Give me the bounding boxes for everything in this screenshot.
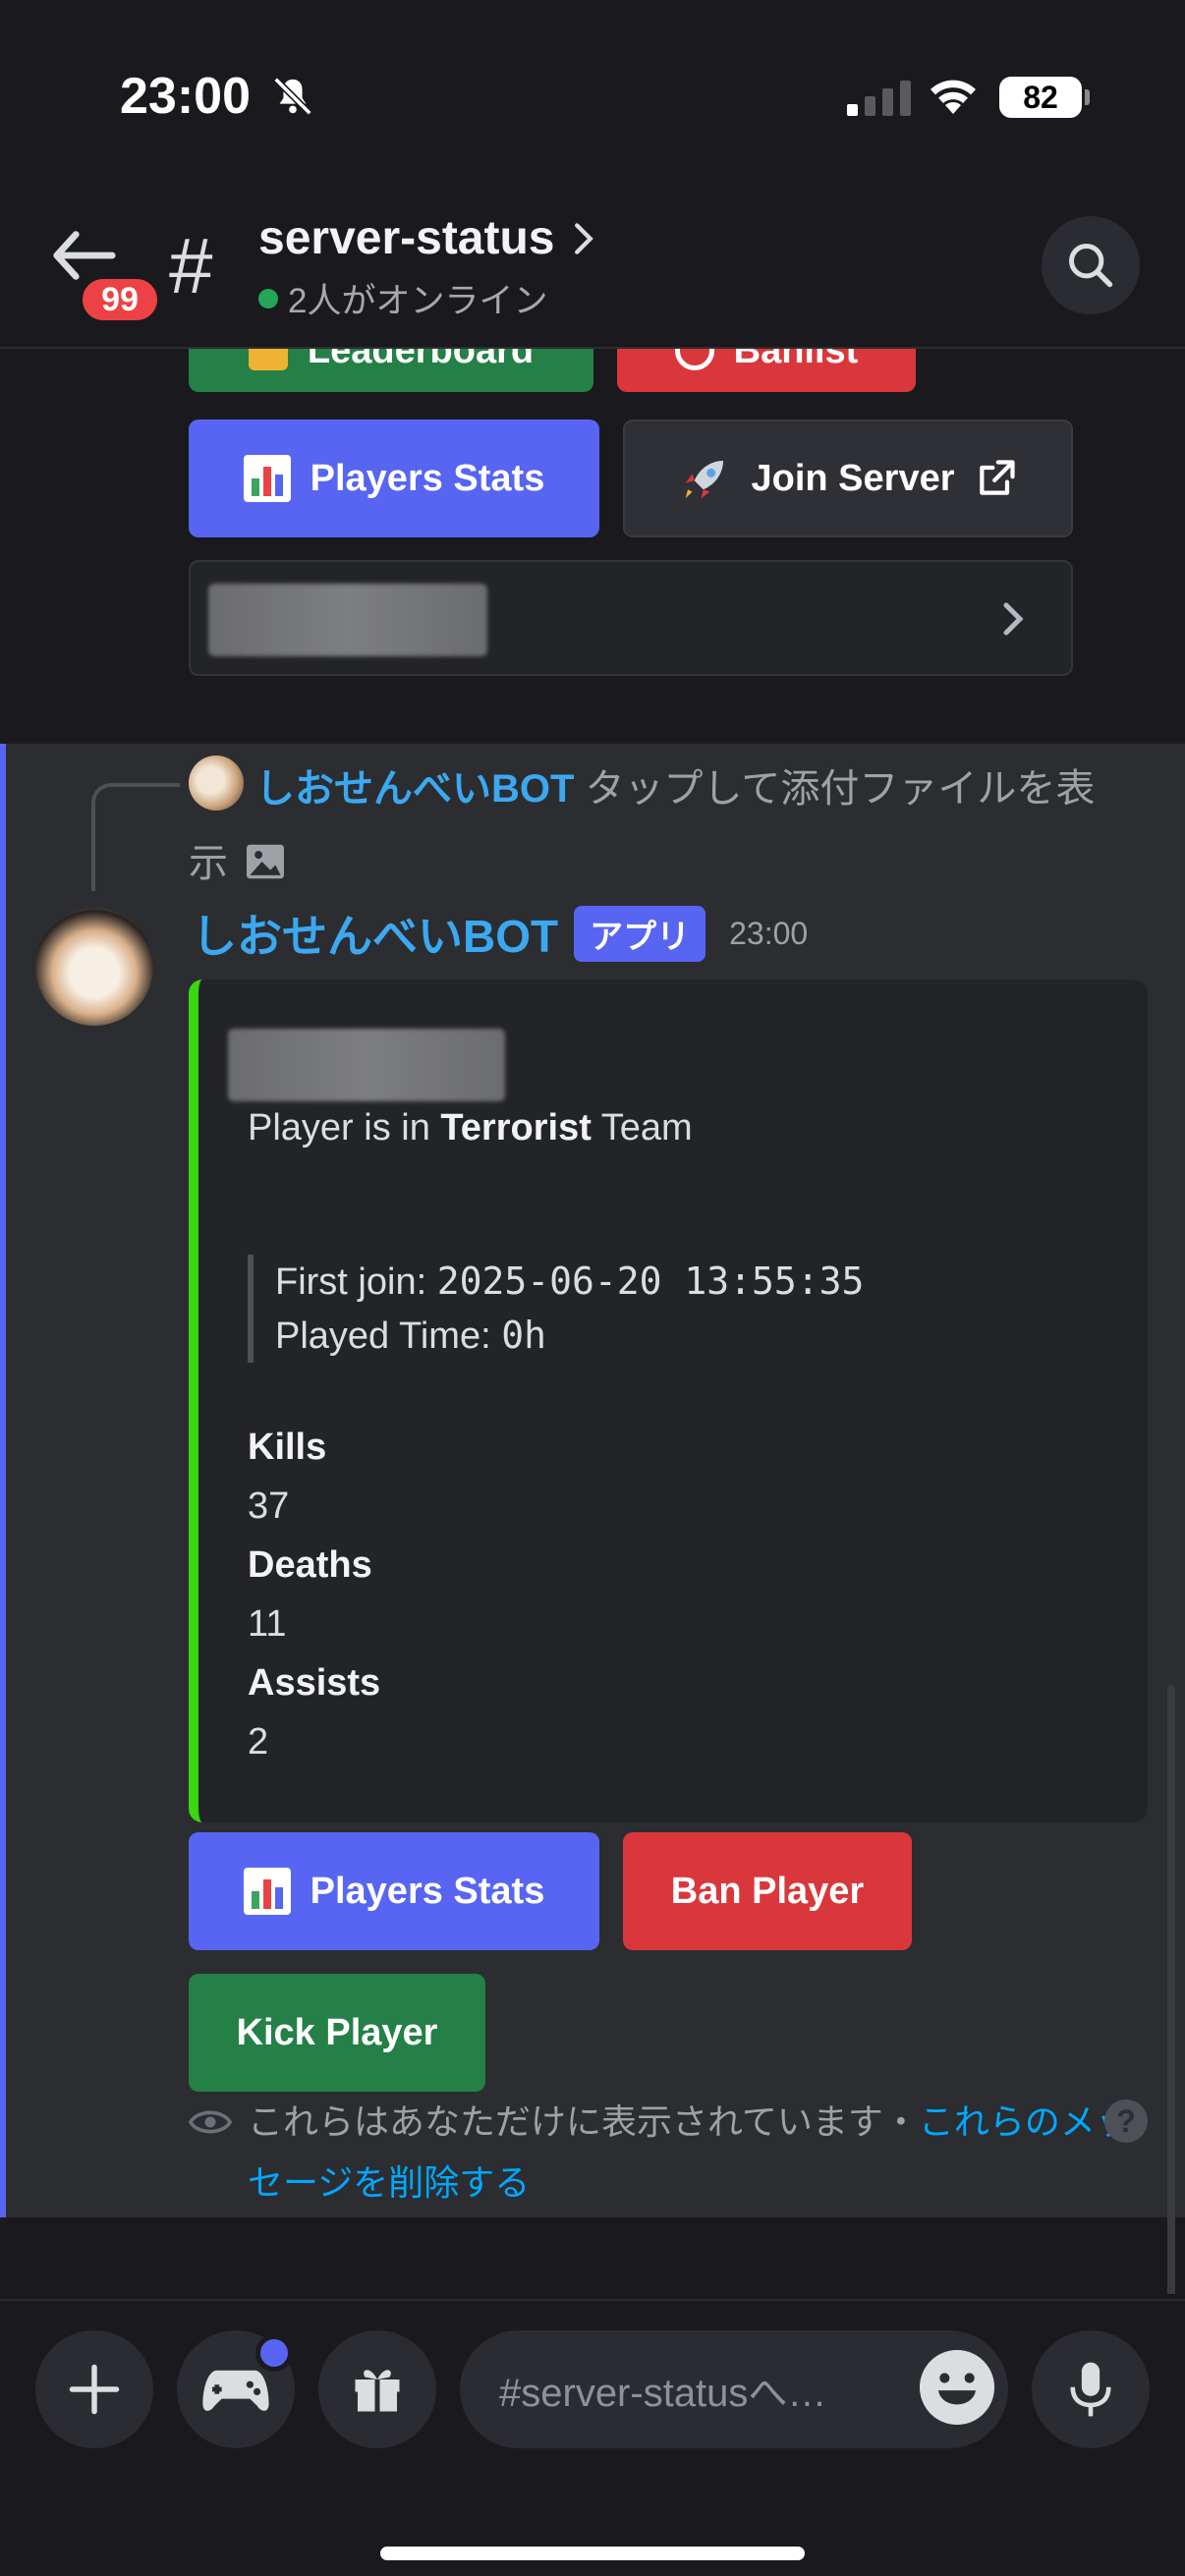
ban-player-label: Ban Player	[670, 1870, 865, 1912]
kick-player-button[interactable]: Kick Player	[189, 1974, 485, 2092]
bot-avatar[interactable]	[35, 908, 153, 1026]
composer-bar: #server-statusへ…	[0, 2299, 1185, 2576]
field-kills-name: Kills	[248, 1427, 327, 1468]
reply-avatar	[189, 756, 244, 811]
kick-player-label: Kick Player	[236, 2011, 438, 2053]
gift-icon	[355, 2370, 400, 2412]
home-indicator	[380, 2547, 805, 2560]
redacted-select-value	[208, 584, 487, 656]
rocket-icon	[685, 461, 723, 499]
played-time-line: Played Time: 0h	[275, 1309, 864, 1363]
join-server-button[interactable]: Join Server	[623, 420, 1073, 537]
message-timestamp: 23:00	[729, 915, 809, 951]
online-count: 2人がオンライン	[288, 282, 548, 320]
field-deaths-name: Deaths	[248, 1544, 372, 1586]
online-status: 2人がオンライン	[258, 273, 547, 323]
channel-title[interactable]: server-status	[258, 211, 594, 265]
unread-badge: 99	[79, 275, 161, 324]
players-stats-button-top[interactable]: Players Stats	[189, 420, 599, 537]
reply-connector	[91, 783, 180, 891]
microphone-icon	[1070, 2362, 1111, 2417]
ephemeral-text: これらはあなただけに表示されています・	[248, 2101, 919, 2142]
search-button[interactable]	[1042, 216, 1140, 314]
field-kills-value: 37	[248, 1485, 290, 1527]
field-assists-name: Assists	[248, 1662, 381, 1704]
reply-preview[interactable]: しおせんべいBOT タップして添付ファイルを表示	[189, 752, 1132, 901]
cellular-signal-icon	[847, 79, 911, 116]
voice-message-button[interactable]	[1032, 2330, 1150, 2448]
bell-muted-icon	[273, 77, 312, 116]
app-tag: アプリ	[574, 905, 706, 962]
chevron-right-icon	[574, 222, 593, 254]
players-stats-button[interactable]: Players Stats	[189, 1832, 599, 1950]
wifi-icon	[931, 80, 976, 114]
team-name: Terrorist	[440, 1107, 592, 1148]
gift-button[interactable]	[318, 2330, 436, 2448]
clock: 23:00	[120, 68, 251, 125]
field-deaths-value: 11	[248, 1603, 287, 1645]
scrollbar[interactable]	[1167, 1685, 1175, 2294]
banlist-label: Banlist	[733, 349, 859, 371]
image-icon	[247, 844, 285, 879]
embed-card: Player is in Terrorist Team First join: …	[189, 980, 1148, 1822]
field-assists-value: 2	[248, 1721, 269, 1763]
online-dot-icon	[258, 288, 278, 308]
activity-notification-dot	[255, 2334, 293, 2372]
reply-author: しおせんべいBOT	[255, 767, 575, 811]
players-stats-label: Players Stats	[310, 457, 545, 499]
played-time-label: Played Time:	[275, 1316, 491, 1357]
channel-hash-icon: #	[169, 222, 213, 309]
emoji-icon[interactable]	[920, 2350, 994, 2425]
select-menu[interactable]	[189, 560, 1073, 676]
message-list[interactable]: Leaderboard Banlist Players Stats Join S…	[0, 349, 1185, 2294]
help-icon[interactable]: ?	[1104, 2100, 1148, 2143]
banlist-button[interactable]: Banlist	[617, 349, 916, 392]
join-server-label: Join Server	[751, 457, 955, 499]
leaderboard-label: Leaderboard	[307, 349, 535, 371]
trophy-icon	[248, 349, 288, 370]
message-placeholder: #server-statusへ…	[499, 2372, 827, 2415]
stats-embed: Player is in Terrorist Team First join: …	[189, 980, 1148, 1824]
embed-blockquote: First join: 2025-06-20 13:55:35 Played T…	[248, 1255, 864, 1363]
chevron-right-icon	[1003, 602, 1024, 636]
battery-indicator: 82	[999, 77, 1090, 118]
ban-player-button[interactable]: Ban Player	[623, 1832, 912, 1950]
bar-chart-icon	[243, 455, 291, 502]
gamepad-icon	[202, 2370, 269, 2411]
author-name[interactable]: しおせんべいBOT	[192, 901, 558, 966]
external-link-icon	[979, 460, 1015, 495]
channel-name-text: server-status	[258, 212, 555, 264]
first-join-line: First join: 2025-06-20 13:55:35	[275, 1255, 864, 1309]
first-join-value: 2025-06-20 13:55:35	[436, 1260, 865, 1303]
add-attachment-button[interactable]	[35, 2330, 153, 2448]
prohibited-icon	[674, 349, 714, 370]
plus-icon	[69, 2364, 120, 2415]
status-bar: 23:00 82	[0, 0, 1185, 187]
search-icon	[1069, 244, 1113, 288]
ephemeral-notice: これらはあなただけに表示されています・これらのメッセージを削除する	[189, 2092, 1132, 2213]
desc-prefix: Player is in	[248, 1107, 430, 1148]
bar-chart-icon	[243, 1868, 291, 1915]
desc-suffix: Team	[600, 1107, 693, 1148]
message-header: しおせんべいBOT アプリ 23:00	[192, 901, 808, 966]
played-time-value: 0h	[501, 1314, 546, 1357]
leaderboard-button[interactable]: Leaderboard	[189, 349, 593, 392]
channel-header: 99 # server-status 2人がオンライン	[0, 187, 1185, 349]
bot-message: しおせんべいBOT タップして添付ファイルを表示 しおせんべいBOT アプリ 2…	[0, 744, 1185, 2217]
embed-description: Player is in Terrorist Team	[248, 1107, 693, 1149]
first-join-label: First join:	[275, 1261, 427, 1303]
players-stats-label: Players Stats	[310, 1870, 545, 1912]
redacted-embed-title	[228, 1029, 505, 1101]
